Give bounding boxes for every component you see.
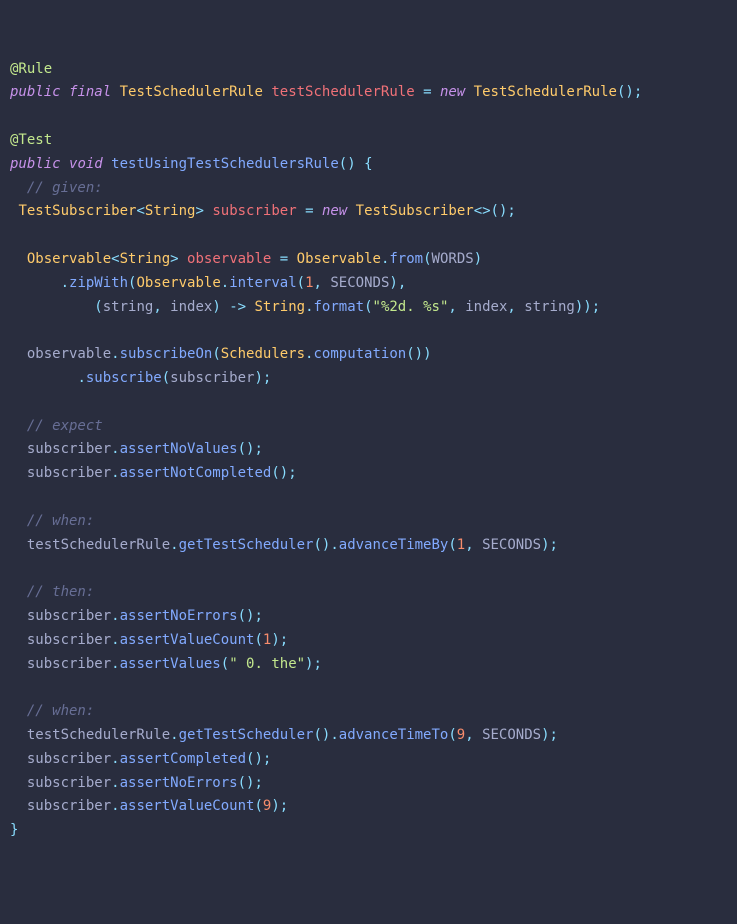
call-assertvalues: assertValues bbox=[120, 656, 221, 672]
code-block: @Rule public final TestSchedulerRule tes… bbox=[10, 58, 727, 843]
call-assertnoerrors: assertNoErrors bbox=[120, 608, 238, 624]
num-1: 1 bbox=[305, 275, 313, 291]
call-assertvaluecount: assertValueCount bbox=[120, 632, 255, 648]
call-subscribe: subscribe bbox=[86, 370, 162, 386]
call-interval: interval bbox=[229, 275, 296, 291]
kw-final: final bbox=[69, 84, 111, 100]
kw-new: new bbox=[440, 84, 465, 100]
const-seconds: SECONDS bbox=[330, 275, 389, 291]
annotation-test: @Test bbox=[10, 132, 52, 148]
kw-public: public bbox=[10, 84, 61, 100]
var-subscriber: subscriber bbox=[212, 203, 296, 219]
var-testschedulerrule: testSchedulerRule bbox=[271, 84, 414, 100]
comment-given: // given: bbox=[27, 180, 103, 196]
call-gettestscheduler: getTestScheduler bbox=[179, 537, 314, 553]
call-assertnotcompleted: assertNotCompleted bbox=[120, 465, 272, 481]
const-words: WORDS bbox=[432, 251, 474, 267]
num-9: 9 bbox=[457, 727, 465, 743]
lambda-param-string: string bbox=[103, 299, 154, 315]
type-observable: Observable bbox=[27, 251, 111, 267]
comment-expect: // expect bbox=[27, 418, 103, 434]
comment-then: // then: bbox=[27, 584, 94, 600]
type-testsubscriber: TestSubscriber bbox=[18, 203, 136, 219]
str-0the: " 0. the" bbox=[229, 656, 305, 672]
type-testschedulerrule: TestSchedulerRule bbox=[120, 84, 263, 100]
method-name: testUsingTestSchedulersRule bbox=[111, 156, 339, 172]
call-assertnovalues: assertNoValues bbox=[120, 441, 238, 457]
call-advancetimeto: advanceTimeTo bbox=[339, 727, 449, 743]
call-computation: computation bbox=[313, 346, 406, 362]
lambda-param-index: index bbox=[170, 299, 212, 315]
call-assertcompleted: assertCompleted bbox=[120, 751, 246, 767]
call-advancetimeby: advanceTimeBy bbox=[339, 537, 449, 553]
call-subscribeon: subscribeOn bbox=[120, 346, 213, 362]
annotation-rule: @Rule bbox=[10, 61, 52, 77]
var-observable: observable bbox=[187, 251, 271, 267]
kw-void: void bbox=[69, 156, 103, 172]
call-from: from bbox=[389, 251, 423, 267]
comment-when: // when: bbox=[27, 513, 94, 529]
str-format: "%2d. %s" bbox=[373, 299, 449, 315]
type-schedulers: Schedulers bbox=[221, 346, 305, 362]
call-zipwith: zipWith bbox=[69, 275, 128, 291]
call-format: format bbox=[314, 299, 365, 315]
